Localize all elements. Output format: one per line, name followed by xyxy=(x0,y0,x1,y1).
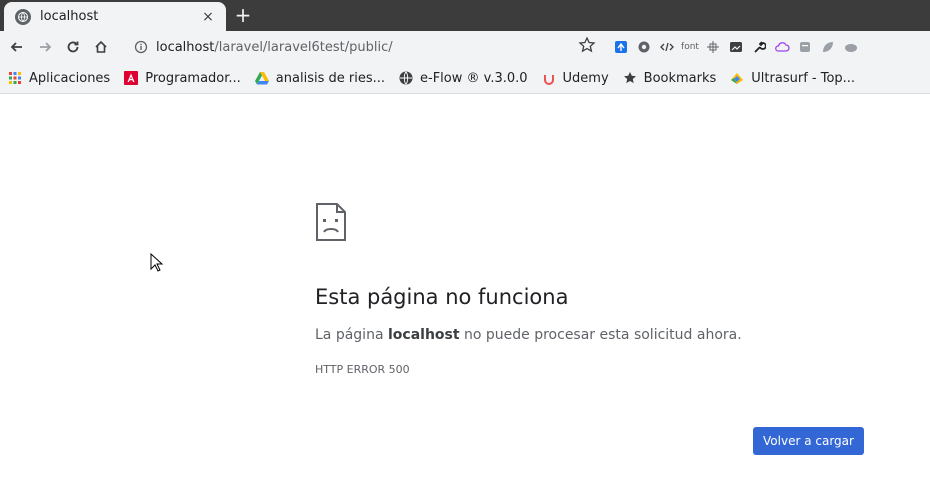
url-host: localhost xyxy=(156,39,215,55)
error-code: HTTP ERROR 500 xyxy=(315,363,410,376)
drive-icon[interactable] xyxy=(842,38,860,56)
crosshair-icon[interactable] xyxy=(704,38,722,56)
url-path: /laravel/laravel6test/public/ xyxy=(214,39,393,55)
udemy-icon xyxy=(542,71,556,85)
bookmark-label: e-Flow ® v.3.0.0 xyxy=(420,70,528,86)
info-icon[interactable] xyxy=(134,40,148,54)
bookmark-label: Aplicaciones xyxy=(29,70,111,86)
bookmark-programador[interactable]: Programador... xyxy=(124,71,241,86)
forward-button[interactable] xyxy=(31,33,59,61)
angular-icon xyxy=(124,71,139,85)
photo-icon[interactable] xyxy=(727,38,745,56)
tab-title: localhost xyxy=(40,9,99,24)
bookmark-udemy[interactable]: Udemy xyxy=(542,71,609,86)
arrow-left-icon xyxy=(10,42,22,52)
arrow-right-icon xyxy=(40,42,52,52)
apps-grid-icon xyxy=(8,71,22,85)
close-icon[interactable]: × xyxy=(199,8,217,26)
bookmark-analisis[interactable]: analisis de ries... xyxy=(254,70,385,86)
bookmark-star-icon[interactable] xyxy=(578,36,596,54)
code-icon[interactable] xyxy=(658,38,676,56)
bookmark-bookmarks[interactable]: Bookmarks xyxy=(623,70,717,86)
page-content: Esta página no funciona La página localh… xyxy=(0,95,930,478)
reload-icon xyxy=(67,41,79,53)
error-description: La página localhost no puede procesar es… xyxy=(315,327,742,343)
pin-icon[interactable] xyxy=(612,38,630,56)
reload-page-button[interactable]: Volver a cargar xyxy=(753,427,864,455)
error-title: Esta página no funciona xyxy=(315,285,569,309)
home-button[interactable] xyxy=(87,33,115,61)
bookmark-label: Udemy xyxy=(562,70,609,86)
error-desc-prefix: La página xyxy=(315,327,388,343)
reload-button[interactable] xyxy=(59,33,87,61)
bookmark-label: Ultrasurf - Top... xyxy=(751,70,856,86)
sad-page-icon xyxy=(316,203,346,241)
url-text[interactable]: localhost/laravel/laravel6test/public/ xyxy=(156,40,393,55)
extensions-bar: font xyxy=(612,37,865,57)
tool-icon[interactable] xyxy=(750,38,768,56)
back-button[interactable] xyxy=(3,33,31,61)
bookmarks-bar: Aplicaciones Programador... analisis de … xyxy=(0,63,930,94)
error-desc-suffix: no puede procesar esta solicitud ahora. xyxy=(459,327,742,343)
new-tab-button[interactable]: + xyxy=(232,3,254,27)
toolbar: localhost/laravel/laravel6test/public/ f… xyxy=(0,31,930,63)
leaf-icon[interactable] xyxy=(819,38,837,56)
bookmark-eflow[interactable]: e-Flow ® v.3.0.0 xyxy=(399,71,528,86)
cloud-icon[interactable] xyxy=(773,38,791,56)
tab-strip: localhost × + xyxy=(0,0,930,31)
gear-icon[interactable] xyxy=(635,38,653,56)
bookmark-label: Programador... xyxy=(145,70,241,86)
bookmark-label: Bookmarks xyxy=(643,70,717,86)
ultrasurf-icon xyxy=(730,71,744,85)
home-icon xyxy=(95,40,107,53)
mouse-cursor-icon xyxy=(150,253,164,272)
star-icon xyxy=(623,71,637,85)
bookmark-ultrasurf[interactable]: Ultrasurf - Top... xyxy=(730,71,855,86)
bookmark-label: analisis de ries... xyxy=(275,70,385,86)
globe-icon xyxy=(399,71,413,85)
error-desc-host: localhost xyxy=(387,327,460,343)
globe-icon xyxy=(15,8,31,25)
tab-localhost[interactable]: localhost × xyxy=(4,2,226,31)
address-bar[interactable]: localhost/laravel/laravel6test/public/ xyxy=(128,34,608,60)
bookmark-aplicaciones[interactable]: Aplicaciones xyxy=(8,71,110,86)
drive-icon xyxy=(254,71,269,85)
font-icon[interactable]: font xyxy=(681,38,699,56)
box-icon[interactable] xyxy=(796,38,814,56)
